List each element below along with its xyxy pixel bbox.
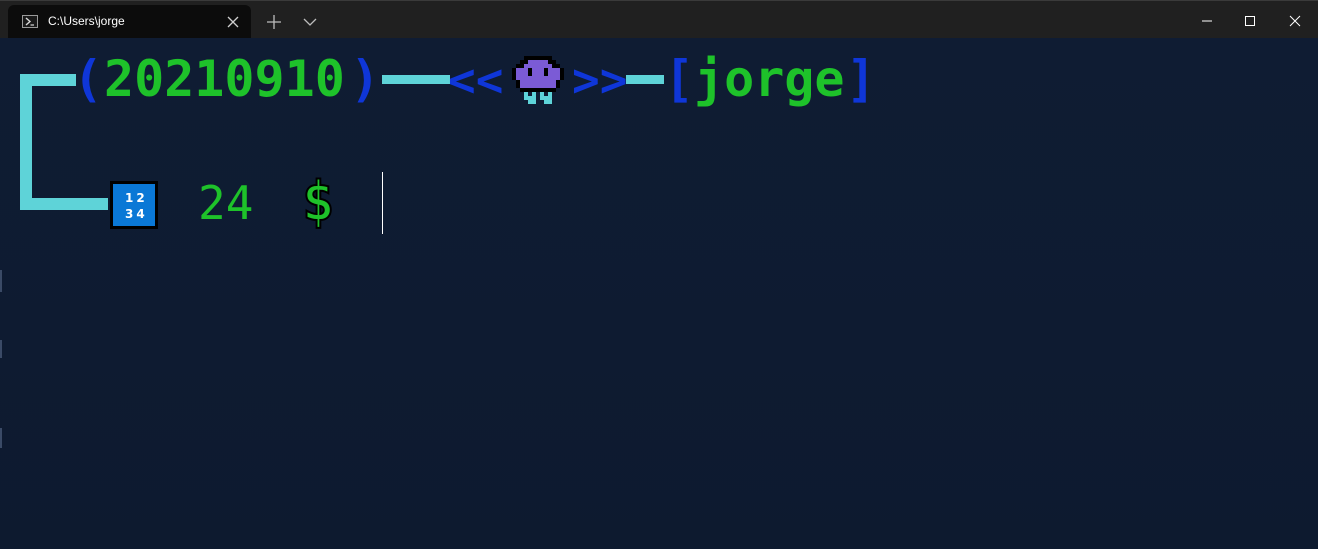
user-open-bracket: [ <box>664 50 695 108</box>
chevron-down-icon <box>303 18 317 26</box>
prompt-connector-top <box>20 74 76 86</box>
close-tab-button[interactable] <box>224 13 242 31</box>
maximize-button[interactable] <box>1227 1 1273 39</box>
new-tab-button[interactable] <box>263 11 285 33</box>
input-numbers-digits-bottom: 34 <box>125 207 148 221</box>
tab-dropdown-button[interactable] <box>299 11 321 33</box>
right-chevrons: >> <box>572 53 628 107</box>
date-close-paren: ) <box>350 50 381 108</box>
minimize-button[interactable] <box>1184 1 1230 39</box>
command-count: 24 <box>198 176 254 230</box>
powershell-icon <box>22 15 38 28</box>
close-icon <box>1289 15 1301 27</box>
prompt-connector-bottom <box>20 198 108 210</box>
minimize-icon <box>1202 20 1212 22</box>
input-numbers-digits-top: 12 <box>125 191 148 205</box>
prompt-connector-mid2 <box>626 75 664 84</box>
close-window-button[interactable] <box>1272 1 1318 39</box>
prompt-connector-mid1 <box>382 75 450 84</box>
user-close-bracket: ] <box>846 50 877 108</box>
left-chevrons: << <box>448 53 504 107</box>
terminal-window: C:\Users\jorge (20210910) << >> [jorg… <box>0 0 1318 549</box>
title-bar: C:\Users\jorge <box>0 0 1318 39</box>
input-numbers-icon: 12 34 <box>110 181 158 229</box>
prompt-user: jorge <box>694 50 845 108</box>
left-edge-marks <box>0 270 2 448</box>
maximize-icon <box>1245 16 1255 26</box>
plus-icon <box>267 15 281 29</box>
date-open-paren: ( <box>73 50 104 108</box>
prompt-date: 20210910 <box>104 50 345 108</box>
close-icon <box>227 16 239 28</box>
prompt-symbol: $ <box>301 169 335 234</box>
tab-active[interactable]: C:\Users\jorge <box>8 5 251 39</box>
prompt-connector-vertical <box>20 74 32 210</box>
alien-monster-icon <box>512 56 564 104</box>
tab-title: C:\Users\jorge <box>48 14 125 28</box>
text-cursor <box>382 172 383 234</box>
terminal-content[interactable]: ( 20210910 ) << >> [jorge] 12 34 24 $ <box>0 38 1318 549</box>
